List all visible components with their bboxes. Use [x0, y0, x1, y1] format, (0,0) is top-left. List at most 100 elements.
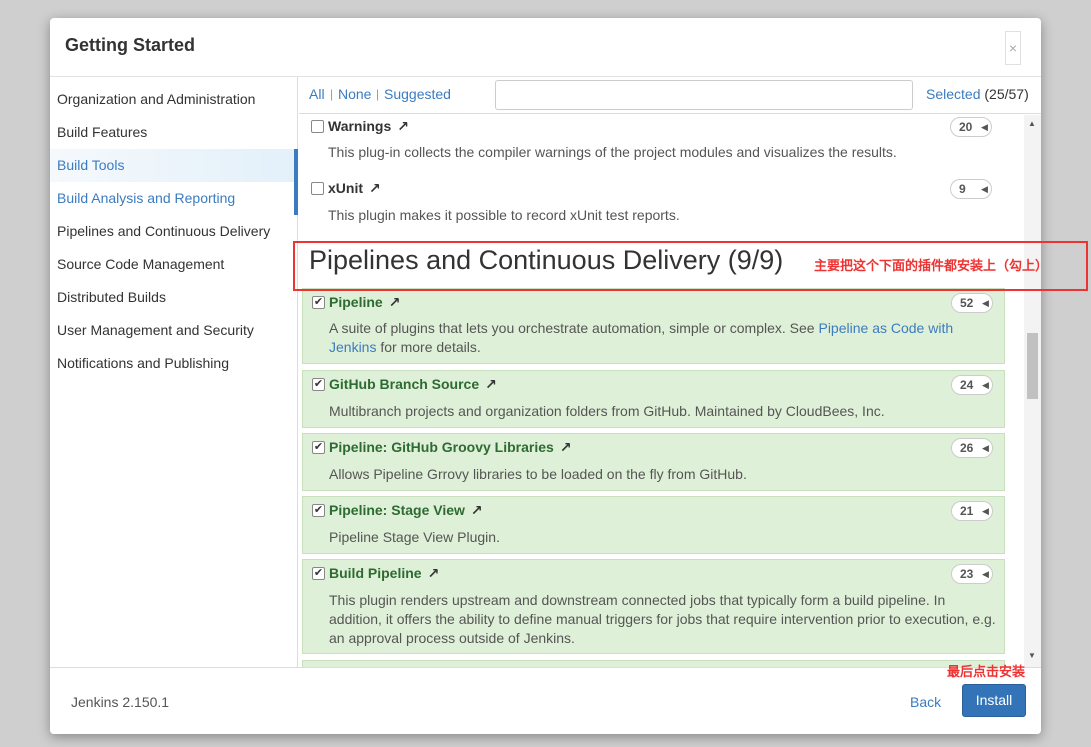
plugin-description: Pipeline Stage View Plugin.	[329, 529, 500, 545]
dialog-footer: Jenkins 2.150.1 Back Install	[50, 667, 1041, 734]
sidebar-item-distributed-builds[interactable]: Distributed Builds	[50, 281, 298, 314]
badge-arrow-icon[interactable]: ◀	[981, 180, 988, 198]
plugin-name-text[interactable]: GitHub Branch Source	[329, 376, 479, 392]
plugin-list-scrollbar[interactable]: ▲ ▼	[1024, 115, 1041, 667]
badge-count: 20	[959, 120, 973, 134]
plugin-name: Warnings ↗	[328, 118, 409, 135]
toolbar-separator: |	[376, 87, 380, 101]
plugin-name-text[interactable]: Pipeline: Stage View	[329, 502, 465, 518]
getting-started-dialog: Getting Started × Organization and Admin…	[50, 18, 1041, 734]
select-all-link[interactable]: All	[309, 86, 325, 102]
plugin-item-build-pipeline: ✔ Build Pipeline ↗ 23 ◀ This plugin render…	[302, 559, 1005, 654]
category-sidebar: Organization and Administration Build Fe…	[50, 77, 298, 667]
jenkins-version: Jenkins 2.150.1	[71, 694, 170, 710]
sidebar-item-source-code-management[interactable]: Source Code Management	[50, 248, 298, 281]
plugin-name-text[interactable]: Warnings	[328, 118, 391, 134]
badge-count: 21	[960, 504, 974, 518]
badge-count: 26	[960, 441, 974, 455]
plugin-list: Warnings ↗ 20 ◀ This plug-in collects the …	[299, 115, 1024, 667]
plugin-name-text[interactable]: Pipeline: GitHub Groovy Libraries	[329, 439, 554, 455]
install-button[interactable]: Install	[962, 684, 1026, 717]
external-link-icon[interactable]: ↗	[471, 502, 483, 518]
badge-arrow-icon[interactable]: ◀	[981, 118, 988, 136]
badge-count: 24	[960, 378, 974, 392]
badge-arrow-icon[interactable]: ◀	[982, 502, 989, 520]
plugin-checkbox[interactable]: ✔	[312, 567, 325, 580]
sidebar-item-pipelines-continuous-delivery[interactable]: Pipelines and Continuous Delivery	[50, 215, 298, 248]
plugin-name: GitHub Branch Source ↗	[329, 376, 497, 393]
plugin-checkbox[interactable]: ✔	[312, 378, 325, 391]
plugin-checkbox[interactable]	[311, 120, 324, 133]
sidebar-item-build-features[interactable]: Build Features	[50, 116, 298, 149]
external-link-icon[interactable]: ↗	[485, 376, 497, 392]
dependency-badge: 26 ◀	[951, 438, 993, 458]
selected-count-value: (25/57)	[984, 86, 1029, 102]
scroll-up-icon[interactable]: ▲	[1028, 119, 1036, 128]
plugin-description: A suite of plugins that lets you orchest…	[329, 319, 998, 357]
close-icon[interactable]: ×	[1005, 31, 1021, 65]
annotation-note-click-install: 最后点击安装	[947, 664, 1026, 679]
select-none-link[interactable]: None	[338, 86, 371, 102]
dialog-title: Getting Started	[65, 35, 196, 55]
plugin-description: Allows Pipeline Grrovy libraries to be l…	[329, 466, 747, 482]
scrollbar-thumb[interactable]	[1027, 333, 1038, 399]
badge-arrow-icon[interactable]: ◀	[982, 294, 989, 312]
plugin-name-text[interactable]: Build Pipeline	[329, 565, 422, 581]
category-heading: Pipelines and Continuous Delivery (9/9)	[309, 245, 784, 275]
toolbar-separator: |	[330, 87, 334, 101]
external-link-icon[interactable]: ↗	[389, 294, 401, 310]
description-text: A suite of plugins that lets you orchest…	[329, 320, 819, 336]
plugin-description: Multibranch projects and organization fo…	[329, 403, 885, 419]
badge-count: 9	[959, 182, 966, 196]
plugin-checkbox[interactable]: ✔	[312, 504, 325, 517]
plugin-checkbox[interactable]: ✔	[312, 296, 325, 309]
sidebar-item-build-tools[interactable]: Build Tools	[50, 149, 298, 182]
plugin-checkbox[interactable]	[311, 182, 324, 195]
plugin-search-input[interactable]	[495, 80, 913, 110]
sidebar-item-notifications-publishing[interactable]: Notifications and Publishing	[50, 347, 298, 380]
dependency-badge: 21 ◀	[951, 501, 993, 521]
external-link-icon[interactable]: ↗	[560, 439, 572, 455]
plugin-item-warnings: Warnings ↗ 20 ◀ This plug-in collects the …	[302, 115, 1005, 177]
plugin-name-text[interactable]: xUnit	[328, 180, 363, 196]
sidebar-item-organization-administration[interactable]: Organization and Administration	[50, 83, 298, 116]
plugin-name: Pipeline: Stage View ↗	[329, 502, 483, 519]
external-link-icon[interactable]: ↗	[397, 118, 409, 134]
plugin-item-xunit: xUnit ↗ 9 ◀ This plugin makes it possible …	[302, 177, 1005, 239]
plugin-item-pipeline-github-groovy-libraries: ✔ Pipeline: GitHub Groovy Libraries ↗ 26 ◀…	[302, 433, 1005, 491]
plugin-item-partial	[302, 660, 1005, 667]
plugin-item-github-branch-source: ✔ GitHub Branch Source ↗ 24 ◀ Multibranch …	[302, 370, 1005, 428]
plugin-description: This plug-in collects the compiler warni…	[328, 144, 897, 160]
plugin-name: Pipeline ↗	[329, 294, 400, 311]
dependency-badge: 23 ◀	[951, 564, 993, 584]
plugin-description: This plugin makes it possible to record …	[328, 207, 680, 223]
description-text: for more details.	[376, 339, 481, 355]
scroll-down-icon[interactable]: ▼	[1028, 651, 1036, 660]
plugin-name: xUnit ↗	[328, 180, 381, 197]
dialog-header: Getting Started ×	[50, 18, 1041, 77]
dependency-badge: 20 ◀	[950, 117, 992, 137]
dependency-badge: 24 ◀	[951, 375, 993, 395]
plugin-name-text[interactable]: Pipeline	[329, 294, 383, 310]
badge-arrow-icon[interactable]: ◀	[982, 439, 989, 457]
badge-arrow-icon[interactable]: ◀	[982, 565, 989, 583]
plugin-name: Build Pipeline ↗	[329, 565, 439, 582]
back-button[interactable]: Back	[910, 688, 941, 716]
sidebar-item-user-management-security[interactable]: User Management and Security	[50, 314, 298, 347]
plugin-item-pipeline: ✔ Pipeline ↗ 52 ◀ A suite of plugins that …	[302, 288, 1005, 364]
badge-arrow-icon[interactable]: ◀	[982, 376, 989, 394]
select-suggested-link[interactable]: Suggested	[384, 86, 451, 102]
external-link-icon[interactable]: ↗	[369, 180, 381, 196]
plugin-description: This plugin renders upstream and downstr…	[329, 592, 996, 646]
external-link-icon[interactable]: ↗	[428, 565, 440, 581]
plugin-item-pipeline-stage-view: ✔ Pipeline: Stage View ↗ 21 ◀ Pipeline Sta…	[302, 496, 1005, 554]
plugin-checkbox[interactable]: ✔	[312, 441, 325, 454]
selected-link[interactable]: Selected	[926, 86, 980, 102]
sidebar-item-build-analysis-reporting[interactable]: Build Analysis and Reporting	[50, 182, 298, 215]
plugin-name: Pipeline: GitHub Groovy Libraries ↗	[329, 439, 572, 456]
annotation-note-install-all: 主要把这个下面的插件都安装上（勾上）	[814, 258, 1049, 273]
selected-count: Selected (25/57)	[926, 86, 1029, 102]
dependency-badge: 52 ◀	[951, 293, 993, 313]
badge-count: 52	[960, 296, 974, 310]
badge-count: 23	[960, 567, 974, 581]
